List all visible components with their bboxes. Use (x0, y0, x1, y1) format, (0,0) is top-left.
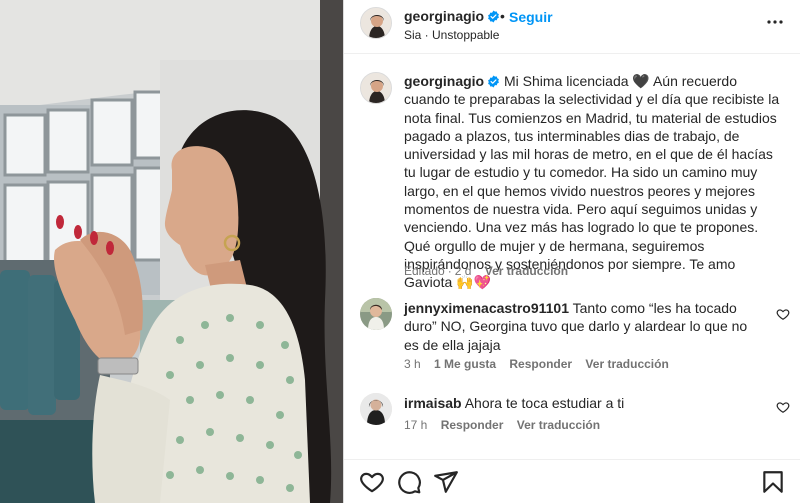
heart-icon[interactable] (359, 469, 385, 495)
meta-separator: · (447, 264, 452, 278)
comment-translate-link[interactable]: Ver traducción (585, 357, 668, 371)
comment-reply-button[interactable]: Responder (441, 418, 504, 432)
comment-item: irmaisab Ahora te toca estudiar a ti (404, 394, 764, 412)
comment-avatar[interactable] (360, 393, 392, 425)
comment-translate-link[interactable]: Ver traducción (517, 418, 600, 432)
video-frame-illustration (0, 0, 343, 503)
verified-badge-icon (488, 75, 500, 88)
comment-timestamp[interactable]: 3 h (404, 357, 421, 371)
caption-author-avatar[interactable] (360, 72, 392, 104)
post-actions-bar (344, 459, 800, 503)
caption-text: Mi Shima licenciada 🖤 Aún recuerdo cuand… (404, 73, 780, 291)
profile-photo (361, 8, 391, 38)
comment-item: jennyximenacastro91101 Tanto como “les h… (404, 299, 764, 354)
comment-like-heart-icon[interactable] (776, 400, 790, 414)
caption-meta: Editado · 2 d Ver traducción (404, 264, 568, 278)
header-separator: • (500, 8, 505, 24)
comment-text: Ahora te toca estudiar a ti (464, 395, 625, 411)
comment-icon[interactable] (396, 469, 422, 495)
post-details-panel: georginagio • Seguir Sia · Unstoppable g… (343, 0, 800, 503)
bookmark-icon[interactable] (760, 469, 786, 495)
comment-actions: 17 h Responder Ver traducción (404, 418, 600, 432)
profile-photo (360, 393, 392, 425)
profile-photo (360, 298, 392, 330)
audio-track-label[interactable]: Sia · Unstoppable (404, 28, 499, 42)
comment-likes-count[interactable]: 1 Me gusta (434, 357, 496, 371)
profile-photo (361, 73, 391, 103)
follow-button[interactable]: Seguir (509, 9, 553, 25)
more-options-icon[interactable] (763, 10, 787, 34)
instagram-post-view: georginagio • Seguir Sia · Unstoppable g… (0, 0, 800, 503)
comment-like-heart-icon[interactable] (776, 307, 790, 321)
post-video[interactable] (0, 0, 343, 503)
share-icon[interactable] (433, 469, 459, 495)
comment-reply-button[interactable]: Responder (509, 357, 572, 371)
comment-avatar[interactable] (360, 298, 392, 330)
comment-actions: 3 h 1 Me gusta Responder Ver traducción (404, 357, 669, 371)
comment-username[interactable]: irmaisab (404, 395, 462, 411)
verified-badge-icon (488, 10, 500, 23)
caption-timestamp[interactable]: 2 d (455, 264, 472, 278)
post-author-username[interactable]: georginagio (404, 8, 500, 24)
avatar[interactable] (360, 7, 392, 39)
caption-username-text[interactable]: georginagio (404, 73, 484, 89)
post-header: georginagio • Seguir Sia · Unstoppable (344, 0, 800, 54)
comment-username[interactable]: jennyximenacastro91101 (404, 300, 569, 316)
edited-label: Editado (404, 264, 445, 278)
caption-translate-link[interactable]: Ver traducción (485, 264, 568, 278)
caption-username[interactable]: georginagio (404, 73, 500, 89)
comment-timestamp[interactable]: 17 h (404, 418, 427, 432)
username-text[interactable]: georginagio (404, 8, 484, 24)
post-caption: georginagio Mi Shima licenciada 🖤 Aún re… (404, 72, 786, 292)
